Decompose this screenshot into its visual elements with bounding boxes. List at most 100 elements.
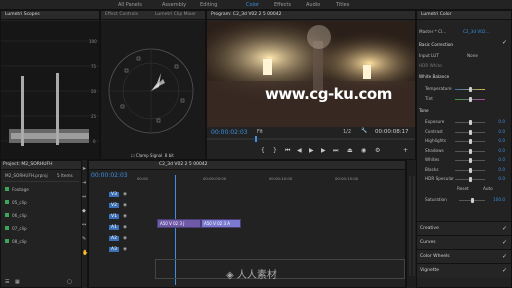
tone-slider-blacks[interactable] — [455, 167, 485, 173]
white-balance-header[interactable]: White Balance — [419, 74, 449, 79]
wave-tick-50: 50 — [91, 89, 97, 94]
frame-forward-icon[interactable]: ▶ — [321, 147, 326, 154]
clip-video-1[interactable]: A50 V 02 3 J — [157, 219, 201, 228]
track-header-v3[interactable]: V3 ◉ — [91, 191, 135, 201]
lumetri-color-panel: Lumetri Color Master * Cl... C2_3d V02..… — [416, 10, 512, 288]
workspace-all-panels[interactable]: All Panels — [118, 2, 142, 8]
track-select-tool-icon[interactable]: ⇥ — [82, 180, 86, 186]
timeline-timecode[interactable]: 00:00:02:03 — [91, 172, 128, 179]
new-item-icon[interactable]: ▢ — [67, 279, 72, 285]
project-list-item[interactable]: 07_clip — [5, 226, 27, 231]
track-header-v1[interactable]: V1 ◉ — [91, 213, 135, 223]
project-list-item[interactable]: 06_clip — [5, 213, 27, 218]
frame-back-icon[interactable]: ◀ — [297, 147, 302, 154]
icon-view-icon[interactable]: ▦ — [15, 279, 20, 285]
play-icon[interactable]: ▶ — [309, 147, 314, 154]
tone-value-highlights[interactable]: 0.0 — [498, 138, 505, 143]
eye-icon[interactable]: ◉ — [123, 192, 127, 197]
tab-timeline[interactable]: C2_3d V02 2 5 00042 — [159, 162, 208, 167]
program-scrubber[interactable] — [207, 136, 415, 142]
curves-check-icon: ✓ — [501, 239, 507, 246]
tone-label-whites: Whites — [425, 157, 440, 162]
track-header-a1[interactable]: A1 ◉ — [91, 224, 135, 234]
tone-value-blacks[interactable]: 0.0 — [498, 167, 505, 172]
export-frame-icon[interactable]: ◉ — [361, 147, 366, 154]
fx-toggle-icon[interactable]: ✓ — [502, 39, 507, 46]
ripple-edit-tool-icon[interactable]: ⇔ — [82, 194, 86, 200]
tab-lumetri-color[interactable]: Lumetri Color — [421, 12, 451, 17]
program-playhead[interactable] — [255, 136, 257, 142]
tab-effect-controls[interactable]: Effect Controls — [105, 12, 138, 17]
workspace-editing[interactable]: Editing — [200, 2, 217, 8]
step-back-icon[interactable]: ⏮ — [285, 147, 290, 155]
section-curves[interactable]: Curves ✓ — [417, 235, 511, 249]
fit-dropdown[interactable]: Fit — [257, 129, 263, 135]
basic-correction-header[interactable]: Basic Correction — [419, 42, 453, 47]
tone-value-contrast[interactable]: 0.0 — [498, 129, 505, 134]
lift-icon[interactable]: ⏏ — [347, 147, 353, 154]
step-forward-icon[interactable]: ⏭ — [333, 147, 338, 155]
track-header-v2[interactable]: V2 ◉ — [91, 202, 135, 212]
section-vignette[interactable]: Vignette ✓ — [417, 263, 511, 277]
saturation-value[interactable]: 100.0 — [493, 197, 505, 202]
mark-out-icon[interactable]: } — [273, 147, 277, 154]
tone-header[interactable]: Tone — [419, 108, 429, 113]
workspace-effects[interactable]: Effects — [274, 2, 291, 8]
tone-label-highlights: Highlights — [425, 138, 447, 143]
selection-tool-icon[interactable]: ➤ — [82, 166, 86, 172]
tone-slider-whites[interactable] — [455, 158, 485, 163]
tone-slider-highlights[interactable] — [455, 139, 485, 144]
temperature-slider[interactable] — [455, 87, 485, 92]
project-list-item[interactable]: Footage — [5, 187, 29, 192]
workspace-color[interactable]: Color — [246, 2, 259, 8]
wrench-icon[interactable]: 🔧 — [361, 128, 367, 134]
master-selector[interactable]: Master * Cl... — [419, 29, 446, 34]
workspace-audio[interactable]: Audio — [306, 2, 320, 8]
tint-slider[interactable] — [455, 97, 485, 102]
add-button-icon[interactable]: + — [403, 147, 408, 154]
reset-button[interactable]: Reset — [457, 186, 469, 191]
project-list-item[interactable]: 08_clip — [5, 239, 27, 244]
section-creative[interactable]: Creative ✓ — [417, 221, 511, 235]
tone-value-shadows[interactable]: 0.0 — [498, 148, 505, 153]
creative-check-icon: ✓ — [501, 225, 507, 232]
tone-value-exposure[interactable]: 0.0 — [498, 119, 505, 124]
tab-lumetri-scopes[interactable]: Lumetri Scopes — [5, 12, 40, 17]
tab-program[interactable]: Program: C2_3d V02 2 5 00042 — [211, 12, 281, 17]
tone-slider-shadows[interactable] — [455, 148, 485, 154]
eye-icon[interactable]: ◉ — [123, 225, 127, 230]
timeline-scrollbar[interactable] — [155, 259, 405, 279]
settings-icon[interactable]: ⚙ — [375, 147, 380, 154]
tone-value-whites[interactable]: 0.0 — [498, 157, 505, 162]
pen-tool-icon[interactable]: ✎ — [82, 236, 86, 242]
mark-in-icon[interactable]: { — [261, 147, 265, 154]
timeline-ruler[interactable]: 00:00 00:00:05:00 00:00:10:00 00:00:15:00 — [137, 175, 403, 185]
eye-icon[interactable]: ◉ — [123, 247, 127, 252]
track-header-a2[interactable]: A2 ◉ — [91, 235, 135, 245]
saturation-slider[interactable] — [459, 198, 485, 203]
tab-project[interactable]: Project: M2_SORHUFH — [3, 162, 53, 167]
program-timecode[interactable]: 00:00:02:03 — [211, 129, 248, 136]
tone-slider-exposure[interactable] — [455, 120, 485, 125]
tone-slider-contrast[interactable] — [455, 129, 485, 135]
tone-value-hdr-specular[interactable]: 0.0 — [498, 176, 505, 181]
eye-icon[interactable]: ◉ — [123, 236, 127, 241]
tone-slider-hdr-specular[interactable] — [455, 177, 485, 182]
workspace-titles[interactable]: Titles — [336, 2, 349, 8]
eye-icon[interactable]: ◉ — [123, 214, 127, 219]
workspace-assembly[interactable]: Assembly — [162, 2, 186, 8]
razor-tool-icon[interactable]: ◆ — [82, 208, 86, 214]
section-color-wheels[interactable]: Color Wheels ✓ — [417, 249, 511, 263]
track-label: V3 — [109, 192, 119, 197]
eye-icon[interactable]: ◉ — [123, 203, 127, 208]
tab-lumetri-clip-mixer[interactable]: Lumetri Clip Mixer — [155, 12, 196, 17]
track-header-a3[interactable]: A3 ◉ — [91, 246, 135, 256]
auto-button[interactable]: Auto — [483, 186, 493, 191]
input-lut-dropdown[interactable]: None — [467, 53, 478, 58]
project-list-item[interactable]: 05_clip — [5, 200, 27, 205]
slip-tool-icon[interactable]: ↔ — [82, 222, 86, 228]
list-view-icon[interactable]: ☰ — [5, 279, 9, 285]
resolution-dropdown[interactable]: 1/2 — [343, 129, 351, 135]
sequence-selector[interactable]: C2_3d V02... — [463, 29, 490, 34]
clip-video-2[interactable]: A50 V 02 3 A — [201, 219, 241, 228]
